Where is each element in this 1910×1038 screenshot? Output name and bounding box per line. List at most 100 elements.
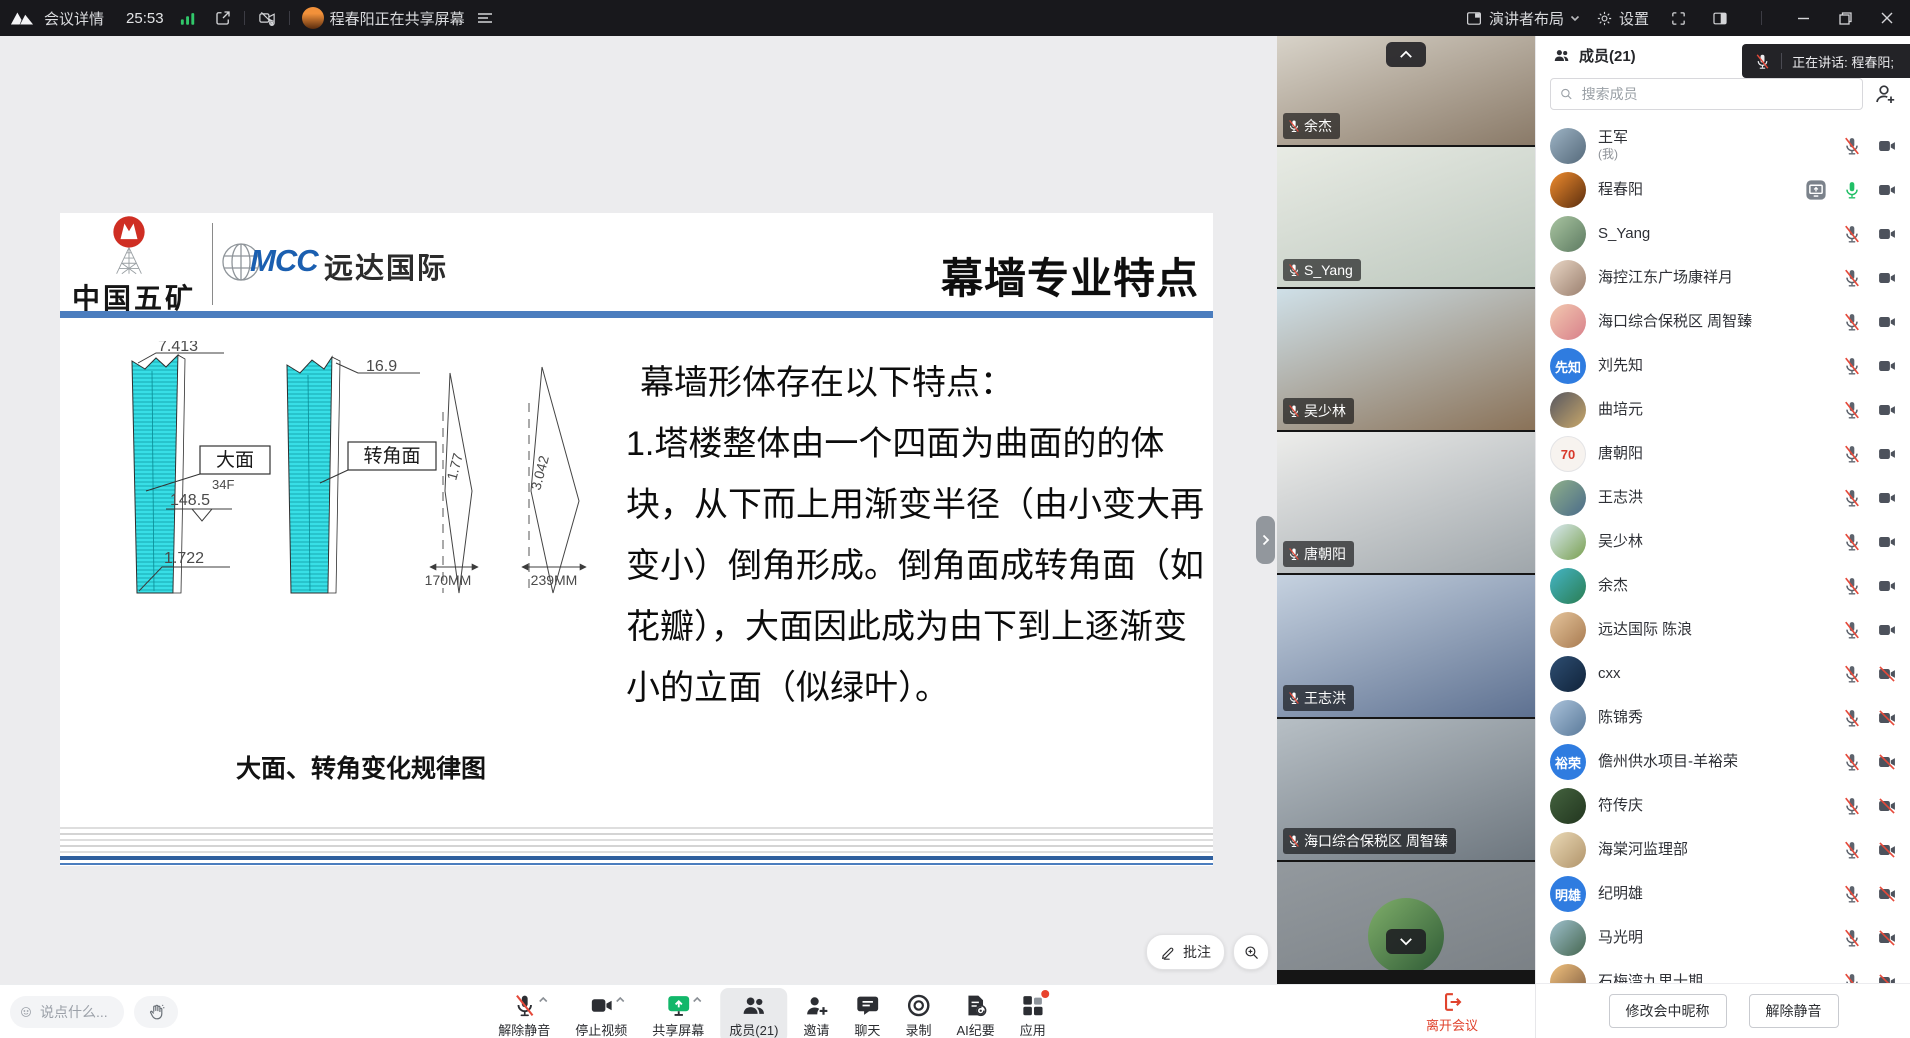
mic-muted-icon[interactable] — [1842, 532, 1862, 552]
video-tile[interactable]: S_Yang — [1277, 147, 1535, 287]
member-row[interactable]: 先知刘先知 — [1536, 344, 1910, 388]
camera-on-icon[interactable] — [1877, 268, 1897, 288]
member-row[interactable]: 马光明 — [1536, 916, 1910, 960]
caret-up-icon[interactable] — [538, 996, 548, 1003]
video-tile[interactable]: 王志洪 — [1277, 575, 1535, 717]
add-member-button[interactable] — [1873, 82, 1897, 106]
member-row[interactable]: 海棠河监理部 — [1536, 828, 1910, 872]
toolbar-camera-button[interactable]: 停止视频 — [566, 988, 636, 1038]
member-row[interactable]: 王军(我) — [1536, 124, 1910, 168]
member-row[interactable]: 程春阳 — [1536, 168, 1910, 212]
camera-on-icon[interactable] — [1877, 620, 1897, 640]
toolbar-apps-button[interactable]: 应用 — [1011, 988, 1055, 1038]
camera-on-icon[interactable] — [1877, 400, 1897, 420]
member-row[interactable]: 余杰 — [1536, 564, 1910, 608]
rename-button[interactable]: 修改会中昵称 — [1609, 994, 1727, 1028]
camera-off-icon[interactable] — [1877, 664, 1897, 684]
toolbar-invite-button[interactable]: 邀请 — [794, 988, 838, 1038]
member-row[interactable]: S_Yang — [1536, 212, 1910, 256]
mic-muted-icon[interactable] — [1842, 576, 1862, 596]
video-tile[interactable]: 海口综合保税区 周智臻 — [1277, 719, 1535, 860]
member-row[interactable]: 王志洪 — [1536, 476, 1910, 520]
mic-muted-icon[interactable] — [1842, 356, 1862, 376]
camera-off-icon[interactable] — [1877, 928, 1897, 948]
member-row[interactable]: 吴少林 — [1536, 520, 1910, 564]
restore-window-button[interactable] — [1832, 5, 1858, 31]
mic-muted-icon[interactable] — [1842, 840, 1862, 860]
close-button[interactable] — [1874, 5, 1900, 31]
video-tile[interactable]: 余杰 — [1277, 36, 1535, 145]
video-tile[interactable]: 唐朝阳 — [1277, 432, 1535, 573]
camera-off-indicator-icon[interactable]: 0 — [257, 9, 277, 27]
quick-chat-input[interactable] — [38, 1003, 114, 1021]
mic-muted-icon[interactable] — [1842, 268, 1862, 288]
mic-muted-icon[interactable] — [1842, 884, 1862, 904]
mic-on-icon[interactable] — [1842, 180, 1862, 200]
toolbar-chat-button[interactable]: 聊天 — [845, 988, 889, 1038]
camera-on-icon[interactable] — [1877, 444, 1897, 464]
annotate-button[interactable]: 批注 — [1146, 934, 1225, 970]
mic-muted-icon[interactable] — [1842, 444, 1862, 464]
scroll-down-chevron-button[interactable] — [1386, 929, 1426, 954]
unmute-button[interactable]: 解除静音 — [1749, 994, 1839, 1028]
mic-muted-icon[interactable] — [1842, 136, 1862, 156]
quick-chat-box[interactable] — [10, 996, 124, 1028]
settings-button[interactable]: 设置 — [1596, 8, 1649, 29]
member-row[interactable]: cxx — [1536, 652, 1910, 696]
camera-on-icon[interactable] — [1877, 136, 1897, 156]
toolbar-members-button[interactable]: 成员(21) — [720, 988, 787, 1038]
sharing-menu-icon[interactable] — [477, 12, 493, 24]
mic-muted-icon[interactable] — [1842, 664, 1862, 684]
meeting-details-button[interactable]: 会议详情 — [44, 8, 104, 29]
camera-off-icon[interactable] — [1877, 884, 1897, 904]
member-row[interactable]: 裕荣儋州供水项目-羊裕荣 — [1536, 740, 1910, 784]
side-panel-toggle-button[interactable] — [1707, 5, 1733, 31]
zoom-in-button[interactable] — [1233, 934, 1269, 970]
camera-on-icon[interactable] — [1877, 180, 1897, 200]
member-search-box[interactable] — [1550, 78, 1863, 110]
member-row[interactable]: 陈锦秀 — [1536, 696, 1910, 740]
camera-on-icon[interactable] — [1877, 576, 1897, 596]
caret-up-icon[interactable] — [615, 996, 625, 1003]
mic-muted-icon[interactable] — [1842, 928, 1862, 948]
member-row[interactable]: 符传庆 — [1536, 784, 1910, 828]
camera-off-icon[interactable] — [1877, 840, 1897, 860]
layout-switcher-button[interactable]: 演讲者布局 — [1465, 8, 1580, 29]
video-strip-collapse-handle[interactable] — [1256, 516, 1275, 564]
caret-up-icon[interactable] — [692, 996, 702, 1003]
camera-off-icon[interactable] — [1877, 796, 1897, 816]
video-tile[interactable] — [1277, 862, 1535, 970]
toolbar-share-screen-button[interactable]: 共享屏幕 — [643, 988, 713, 1038]
camera-on-icon[interactable] — [1877, 356, 1897, 376]
mic-muted-icon[interactable] — [1842, 488, 1862, 508]
member-row[interactable]: 海控江东广场康祥月 — [1536, 256, 1910, 300]
fullscreen-button[interactable] — [1665, 5, 1691, 31]
member-row[interactable]: 70唐朝阳 — [1536, 432, 1910, 476]
member-row[interactable]: 海口综合保税区 周智臻 — [1536, 300, 1910, 344]
minimize-button[interactable] — [1790, 5, 1816, 31]
video-tile[interactable]: 吴少林 — [1277, 289, 1535, 430]
camera-off-icon[interactable] — [1877, 708, 1897, 728]
camera-on-icon[interactable] — [1877, 532, 1897, 552]
camera-off-icon[interactable] — [1877, 752, 1897, 772]
mic-muted-icon[interactable] — [1842, 796, 1862, 816]
leave-meeting-button[interactable]: 离开会议 — [1412, 991, 1492, 1034]
member-search-input[interactable] — [1580, 85, 1854, 103]
scroll-up-chevron-button[interactable] — [1386, 42, 1426, 67]
camera-on-icon[interactable] — [1877, 312, 1897, 332]
mic-muted-icon[interactable] — [1842, 224, 1862, 244]
mic-muted-icon[interactable] — [1842, 708, 1862, 728]
mic-muted-icon[interactable] — [1842, 312, 1862, 332]
mic-muted-icon[interactable] — [1842, 620, 1862, 640]
camera-on-icon[interactable] — [1877, 488, 1897, 508]
toolbar-record-button[interactable]: 录制 — [896, 988, 940, 1038]
mic-muted-icon[interactable] — [1842, 752, 1862, 772]
member-row[interactable]: 明雄纪明雄 — [1536, 872, 1910, 916]
open-external-icon[interactable] — [214, 9, 232, 27]
camera-on-icon[interactable] — [1877, 224, 1897, 244]
member-row[interactable]: 曲培元 — [1536, 388, 1910, 432]
toolbar-ai-notes-button[interactable]: AI纪要 — [947, 988, 1003, 1038]
raise-hand-button[interactable] — [134, 996, 178, 1028]
member-row[interactable]: 远达国际 陈浪 — [1536, 608, 1910, 652]
mic-muted-icon[interactable] — [1842, 400, 1862, 420]
